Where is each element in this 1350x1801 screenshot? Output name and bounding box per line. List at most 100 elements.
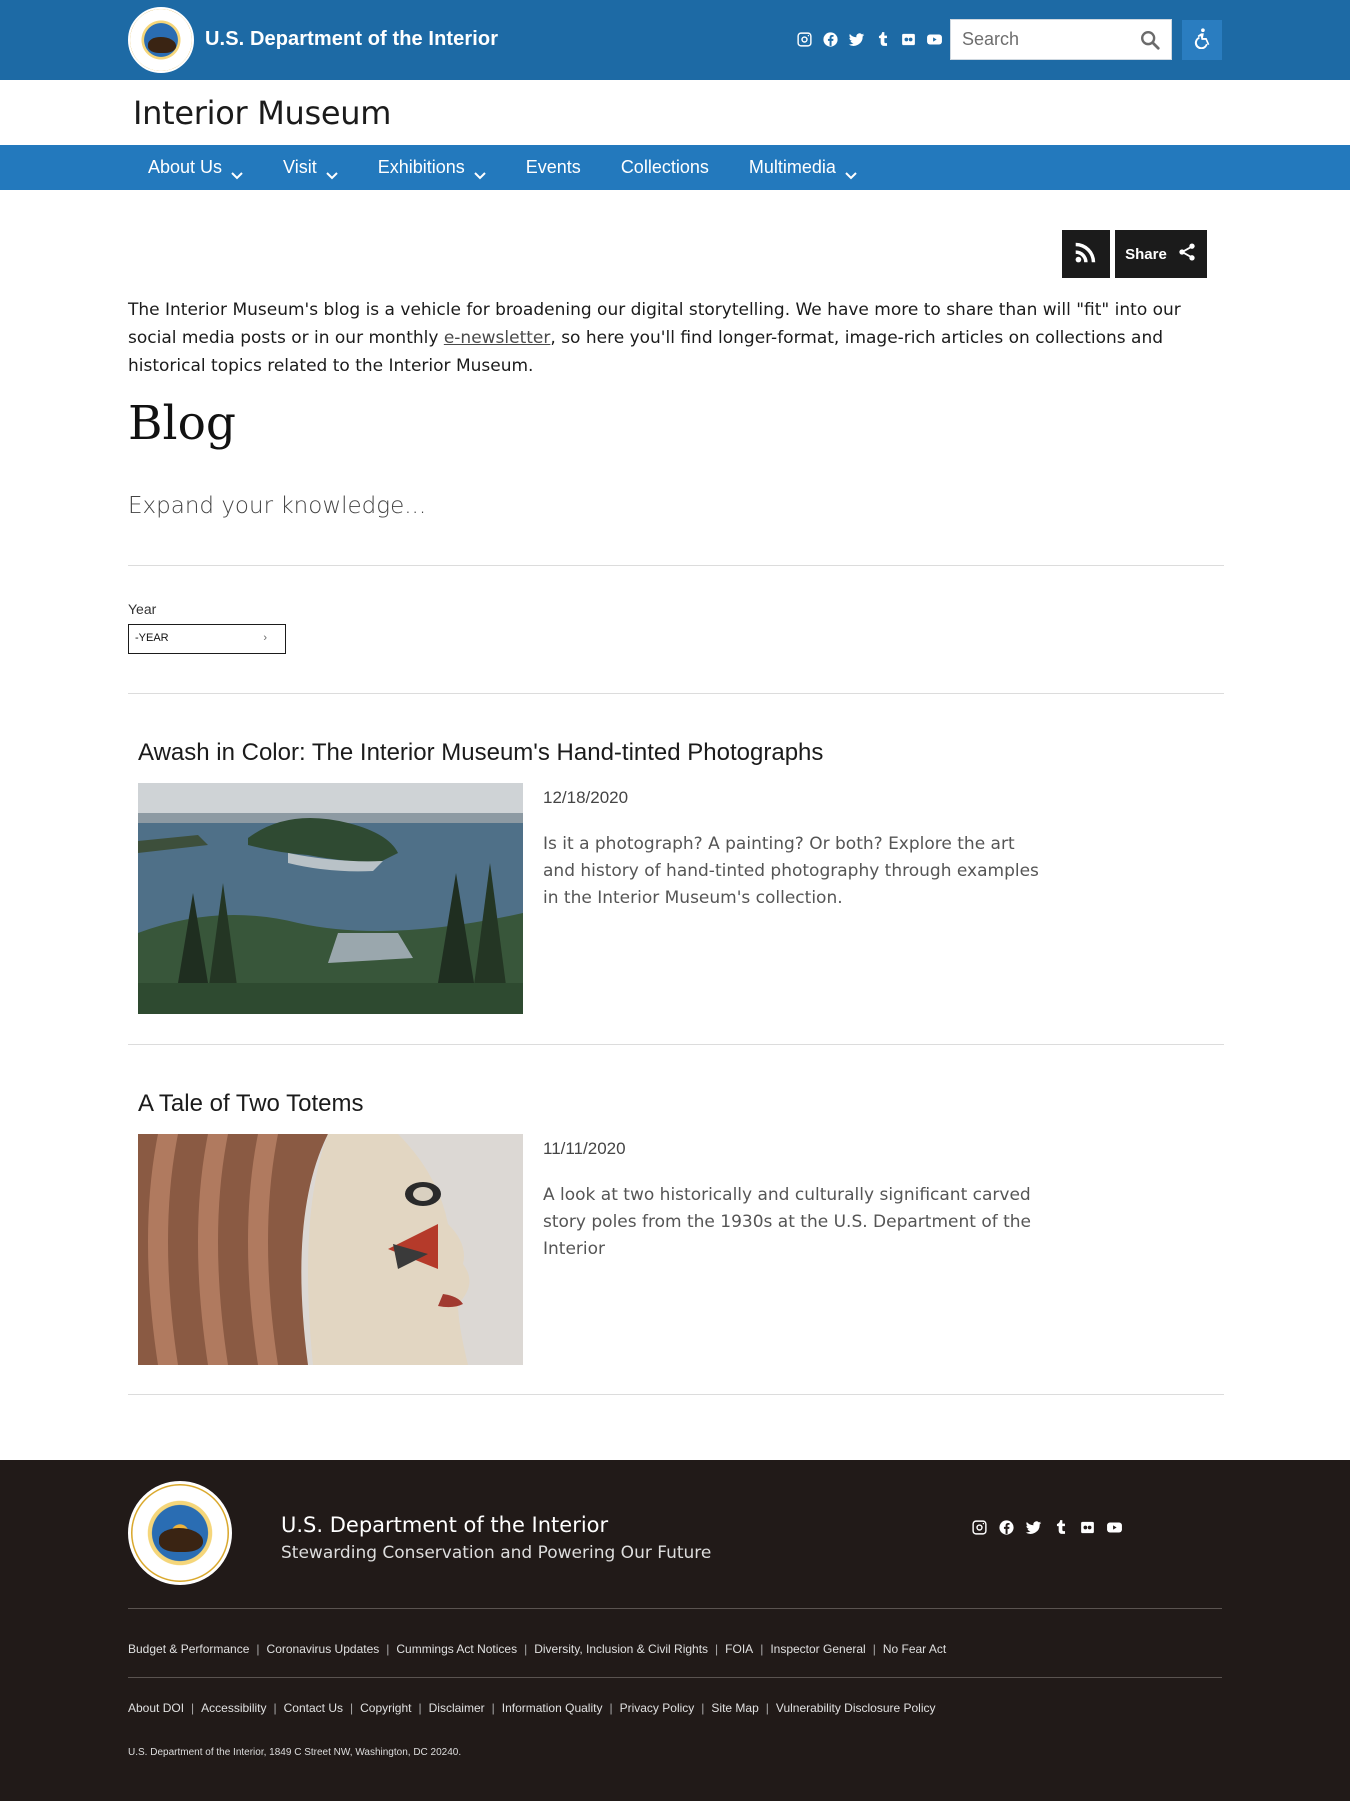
dept-title-link[interactable]: U.S. Department of the Interior (205, 28, 498, 51)
footer-social-links (970, 1518, 1123, 1536)
footer-link[interactable]: Diversity, Inclusion & Civil Rights (534, 1642, 708, 1656)
footer-link[interactable]: Cummings Act Notices (396, 1642, 517, 1656)
twitter-icon[interactable] (1024, 1518, 1042, 1536)
article-title-link[interactable]: A Tale of Two Totems (138, 1090, 363, 1118)
nav-label: About Us (148, 157, 223, 177)
year-select-value: -YEAR (135, 632, 169, 644)
separator: | (386, 1642, 390, 1656)
chevron-down-icon (845, 164, 857, 179)
site-title[interactable]: Interior Museum (133, 94, 391, 132)
footer-dept-name[interactable]: U.S. Department of the Interior (281, 1513, 608, 1537)
divider (128, 1044, 1224, 1045)
nav-multimedia[interactable]: Multimedia (729, 145, 877, 190)
separator: | (760, 1642, 764, 1656)
footer-tagline: Stewarding Conservation and Powering Our… (281, 1543, 712, 1563)
article-image[interactable] (138, 1134, 523, 1365)
blog-intro: The Interior Museum's blog is a vehicle … (128, 296, 1228, 380)
page-title: Blog (128, 396, 236, 451)
footer-link[interactable]: Privacy Policy (620, 1701, 695, 1715)
nav-events[interactable]: Events (506, 145, 601, 190)
instagram-icon[interactable] (970, 1518, 988, 1536)
footer-link[interactable]: Information Quality (502, 1701, 603, 1715)
nav-collections[interactable]: Collections (601, 145, 729, 190)
search-form (950, 19, 1172, 60)
footer-address: U.S. Department of the Interior, 1849 C … (128, 1747, 462, 1758)
separator: | (701, 1701, 705, 1715)
separator: | (273, 1701, 277, 1715)
chevron-down-icon (326, 164, 338, 179)
rss-button[interactable] (1062, 230, 1110, 278)
nav-visit[interactable]: Visit (263, 145, 358, 190)
chevron-right-icon: › (263, 632, 267, 644)
instagram-icon[interactable] (795, 30, 813, 48)
divider (128, 565, 1224, 566)
footer-link[interactable]: Copyright (360, 1701, 411, 1715)
youtube-icon[interactable] (925, 30, 943, 48)
nav-label: Collections (620, 157, 709, 177)
article-title-link[interactable]: Awash in Color: The Interior Museum's Ha… (138, 739, 823, 767)
accessibility-button[interactable] (1182, 20, 1222, 60)
doi-seal-logo[interactable] (128, 7, 194, 73)
nav-label: Events (525, 157, 581, 177)
article-date: 12/18/2020 (543, 788, 629, 807)
footer-link[interactable]: Contact Us (284, 1701, 343, 1715)
e-newsletter-link[interactable]: e-newsletter (444, 328, 551, 348)
article-description: Is it a photograph? A painting? Or both?… (543, 834, 1039, 908)
share-icon (1177, 242, 1197, 266)
flickr-icon[interactable] (1078, 1518, 1096, 1536)
search-icon[interactable] (1139, 29, 1161, 51)
article-image[interactable] (138, 783, 523, 1014)
youtube-icon[interactable] (1105, 1518, 1123, 1536)
totem-carving-image (138, 1134, 523, 1365)
doi-seal-footer-logo[interactable] (128, 1481, 232, 1585)
flickr-icon[interactable] (899, 30, 917, 48)
footer-link[interactable]: Accessibility (201, 1701, 266, 1715)
footer-link[interactable]: Inspector General (770, 1642, 865, 1656)
facebook-icon[interactable] (997, 1518, 1015, 1536)
footer-links-row-1: Budget & Performance | Coronavirus Update… (128, 1642, 946, 1656)
footer-link[interactable]: FOIA (725, 1642, 753, 1656)
article-date: 11/11/2020 (543, 1139, 626, 1158)
footer-link[interactable]: Budget & Performance (128, 1642, 249, 1656)
separator: | (350, 1701, 354, 1715)
nav-about-us[interactable]: About Us (128, 145, 263, 190)
rss-icon (1073, 239, 1099, 270)
year-filter-label: Year (128, 601, 157, 617)
year-select[interactable]: -YEAR › (128, 624, 286, 654)
chevron-down-icon (231, 164, 243, 179)
footer-link[interactable]: Site Map (711, 1701, 758, 1715)
separator: | (256, 1642, 260, 1656)
twitter-icon[interactable] (847, 30, 865, 48)
divider (128, 1394, 1224, 1395)
nav-exhibitions[interactable]: Exhibitions (358, 145, 506, 190)
separator: | (418, 1701, 422, 1715)
header-social-links (795, 30, 943, 48)
separator: | (609, 1701, 613, 1715)
footer-divider (128, 1677, 1222, 1678)
footer-link[interactable]: About DOI (128, 1701, 184, 1715)
nav-label: Visit (283, 157, 317, 177)
nav-label: Exhibitions (377, 157, 465, 177)
page-tagline: Expand your knowledge... (128, 493, 427, 519)
separator: | (524, 1642, 528, 1656)
facebook-icon[interactable] (821, 30, 839, 48)
footer-link[interactable]: Vulnerability Disclosure Policy (776, 1701, 936, 1715)
accessibility-icon (1191, 27, 1213, 54)
footer-link[interactable]: Disclaimer (429, 1701, 485, 1715)
separator: | (191, 1701, 195, 1715)
footer-divider (128, 1608, 1222, 1609)
coastal-landscape-image (138, 783, 523, 1014)
separator: | (491, 1701, 495, 1715)
divider (128, 693, 1224, 694)
footer-links-row-2: About DOI | Accessibility | Contact Us | Co… (128, 1701, 936, 1715)
share-button[interactable]: Share (1115, 230, 1207, 278)
main-nav: About Us Visit Exhibitions Events Collec… (0, 145, 1350, 190)
tumblr-icon[interactable] (1051, 1518, 1069, 1536)
search-input[interactable] (951, 20, 1131, 59)
tumblr-icon[interactable] (873, 30, 891, 48)
nav-label: Multimedia (748, 157, 836, 177)
separator: | (715, 1642, 719, 1656)
article-description: A look at two historically and culturall… (543, 1185, 1032, 1259)
footer-link[interactable]: No Fear Act (883, 1642, 946, 1656)
footer-link[interactable]: Coronavirus Updates (267, 1642, 380, 1656)
